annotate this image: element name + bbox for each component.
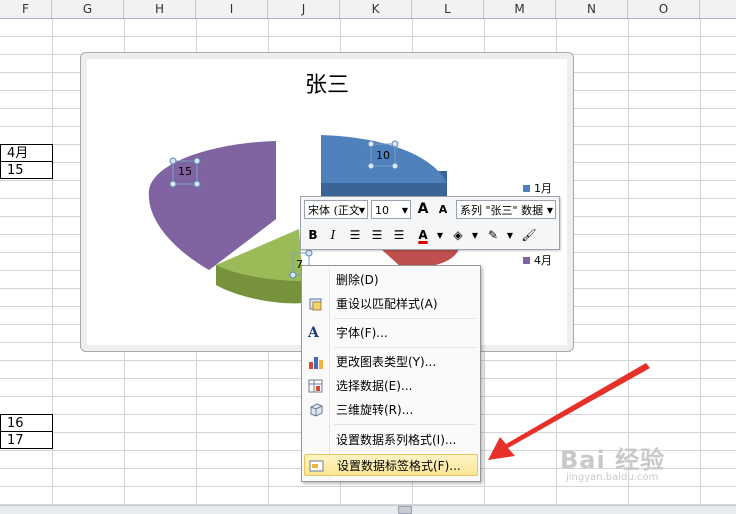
menu-separator xyxy=(334,424,476,425)
data-label-4yue[interactable]: 15 xyxy=(178,165,192,178)
menu-item-format-data-labels[interactable]: 设置数据标签格式(F)... xyxy=(304,454,478,476)
handle[interactable] xyxy=(367,140,375,148)
font-icon: A xyxy=(308,325,319,341)
cell-f-16[interactable]: 16 xyxy=(0,414,53,432)
grow-font-button[interactable]: A xyxy=(414,200,432,219)
handle[interactable] xyxy=(169,180,177,188)
col-header-f[interactable]: F xyxy=(0,0,52,18)
legend-swatch-blue xyxy=(523,184,530,192)
handle[interactable] xyxy=(289,271,297,279)
column-header-bar: F G H I J K L M N O xyxy=(0,0,736,19)
legend-label: 1月 xyxy=(534,182,552,195)
chart-type-icon xyxy=(309,357,323,369)
menu-item-reset-style[interactable]: 重设以匹配样式(A) xyxy=(304,293,478,315)
col-header-m[interactable]: M xyxy=(484,0,556,18)
fill-bucket-icon[interactable]: ◈ xyxy=(449,226,467,245)
watermark: Bai 经验 jingyan.baidu.com xyxy=(560,440,666,483)
col-header-l[interactable]: L xyxy=(412,0,484,18)
menu-item-label: 重设以匹配样式(A) xyxy=(336,297,438,311)
handle[interactable] xyxy=(305,249,313,257)
menu-item-label: 三维旋转(R)... xyxy=(336,403,414,417)
col-header-n[interactable]: N xyxy=(556,0,628,18)
data-label-1yue[interactable]: 10 xyxy=(376,149,390,162)
reset-style-icon xyxy=(309,298,322,311)
handle[interactable] xyxy=(367,162,375,170)
handle[interactable] xyxy=(193,157,201,165)
menu-item-select-data[interactable]: 选择数据(E)... xyxy=(304,375,478,397)
cell-f-17[interactable]: 17 xyxy=(0,431,53,449)
col-header-i[interactable]: I xyxy=(196,0,268,18)
chevron-down-icon[interactable]: ▼ xyxy=(501,226,519,245)
menu-item-label: 字体(F)... xyxy=(336,326,388,340)
menu-item-format-data-series[interactable]: 设置数据系列格式(I)... xyxy=(304,429,478,451)
horizontal-scrollbar[interactable] xyxy=(0,505,736,514)
handle[interactable] xyxy=(193,180,201,188)
format-painter-icon[interactable]: 🖌 xyxy=(520,226,538,245)
menu-item-label: 设置数据系列格式(I)... xyxy=(336,433,457,447)
legend-item-4yue[interactable]: 4月 xyxy=(523,252,552,268)
watermark-logo: Bai 经验 xyxy=(560,446,666,474)
handle[interactable] xyxy=(391,140,399,148)
menu-item-label: 删除(D) xyxy=(336,273,379,287)
menu-item-font[interactable]: A 字体(F)... xyxy=(304,322,478,344)
menu-item-label: 设置数据标签格式(F)... xyxy=(337,459,461,473)
scrollbar-thumb[interactable] xyxy=(398,506,412,514)
col-header-k[interactable]: K xyxy=(340,0,412,18)
font-size-select[interactable]: 10 ▼ xyxy=(371,200,411,219)
italic-button[interactable]: I xyxy=(324,226,342,245)
font-name-select[interactable]: 宋体 (正文 ▼ xyxy=(304,200,368,219)
col-header-g[interactable]: G xyxy=(52,0,124,18)
legend-label: 4月 xyxy=(534,254,552,267)
align-right-icon[interactable]: ☰ xyxy=(390,226,408,245)
chevron-down-icon: ▼ xyxy=(358,206,365,215)
menu-item-3d-rotation[interactable]: 三维旋转(R)... xyxy=(304,399,478,421)
menu-item-label: 选择数据(E)... xyxy=(336,379,413,393)
bold-button[interactable]: B xyxy=(304,226,322,245)
cell-f-month[interactable]: 4月 xyxy=(0,144,53,162)
mini-toolbar-row-1: 宋体 (正文 ▼ 10 ▼ A A 系列 "张三" 数据 ▼ xyxy=(301,197,559,221)
3d-rotation-icon xyxy=(310,403,323,417)
legend-item-1yue[interactable]: 1月 xyxy=(523,180,552,196)
chart-element-select[interactable]: 系列 "张三" 数据 ▼ xyxy=(456,200,556,219)
font-name-value: 宋体 (正文 xyxy=(308,204,360,217)
chevron-down-icon: ▼ xyxy=(401,206,408,215)
menu-separator xyxy=(334,318,476,319)
chevron-down-icon[interactable]: ▼ xyxy=(431,226,449,245)
menu-item-label: 更改图表类型(Y)... xyxy=(336,355,437,369)
watermark-url: jingyan.baidu.com xyxy=(566,472,659,483)
format-labels-icon xyxy=(309,460,324,472)
chevron-down-icon[interactable]: ▼ xyxy=(466,226,484,245)
mini-toolbar: 宋体 (正文 ▼ 10 ▼ A A 系列 "张三" 数据 ▼ B I ☰ ☰ ☰ A … xyxy=(300,196,560,250)
align-left-icon[interactable]: ☰ xyxy=(346,226,364,245)
font-color-button[interactable]: A xyxy=(414,226,432,245)
handle[interactable] xyxy=(169,157,177,165)
col-header-o[interactable]: O xyxy=(628,0,700,18)
col-header-j[interactable]: J xyxy=(268,0,340,18)
align-center-icon[interactable]: ☰ xyxy=(368,226,386,245)
menu-separator xyxy=(334,347,476,348)
chevron-down-icon: ▼ xyxy=(546,206,553,215)
chart-element-value: 系列 "张三" 数据 xyxy=(460,204,544,217)
mini-toolbar-row-2: B I ☰ ☰ ☰ A ▼ ◈ ▼ ✎ ▼ 🖌 xyxy=(301,223,559,247)
menu-item-change-chart-type[interactable]: 更改图表类型(Y)... xyxy=(304,351,478,373)
menu-item-delete[interactable]: 删除(D) xyxy=(304,269,478,291)
font-size-value: 10 xyxy=(375,204,389,217)
outline-pen-icon[interactable]: ✎ xyxy=(484,226,502,245)
select-data-icon xyxy=(308,379,323,393)
legend-swatch-purple xyxy=(523,256,530,264)
context-menu: 删除(D) 重设以匹配样式(A) A 字体(F)... 更改图表类型(Y)...… xyxy=(301,265,481,482)
cell-f-value[interactable]: 15 xyxy=(0,161,53,179)
col-header-h[interactable]: H xyxy=(124,0,196,18)
handle[interactable] xyxy=(391,162,399,170)
shrink-font-button[interactable]: A xyxy=(434,200,452,219)
